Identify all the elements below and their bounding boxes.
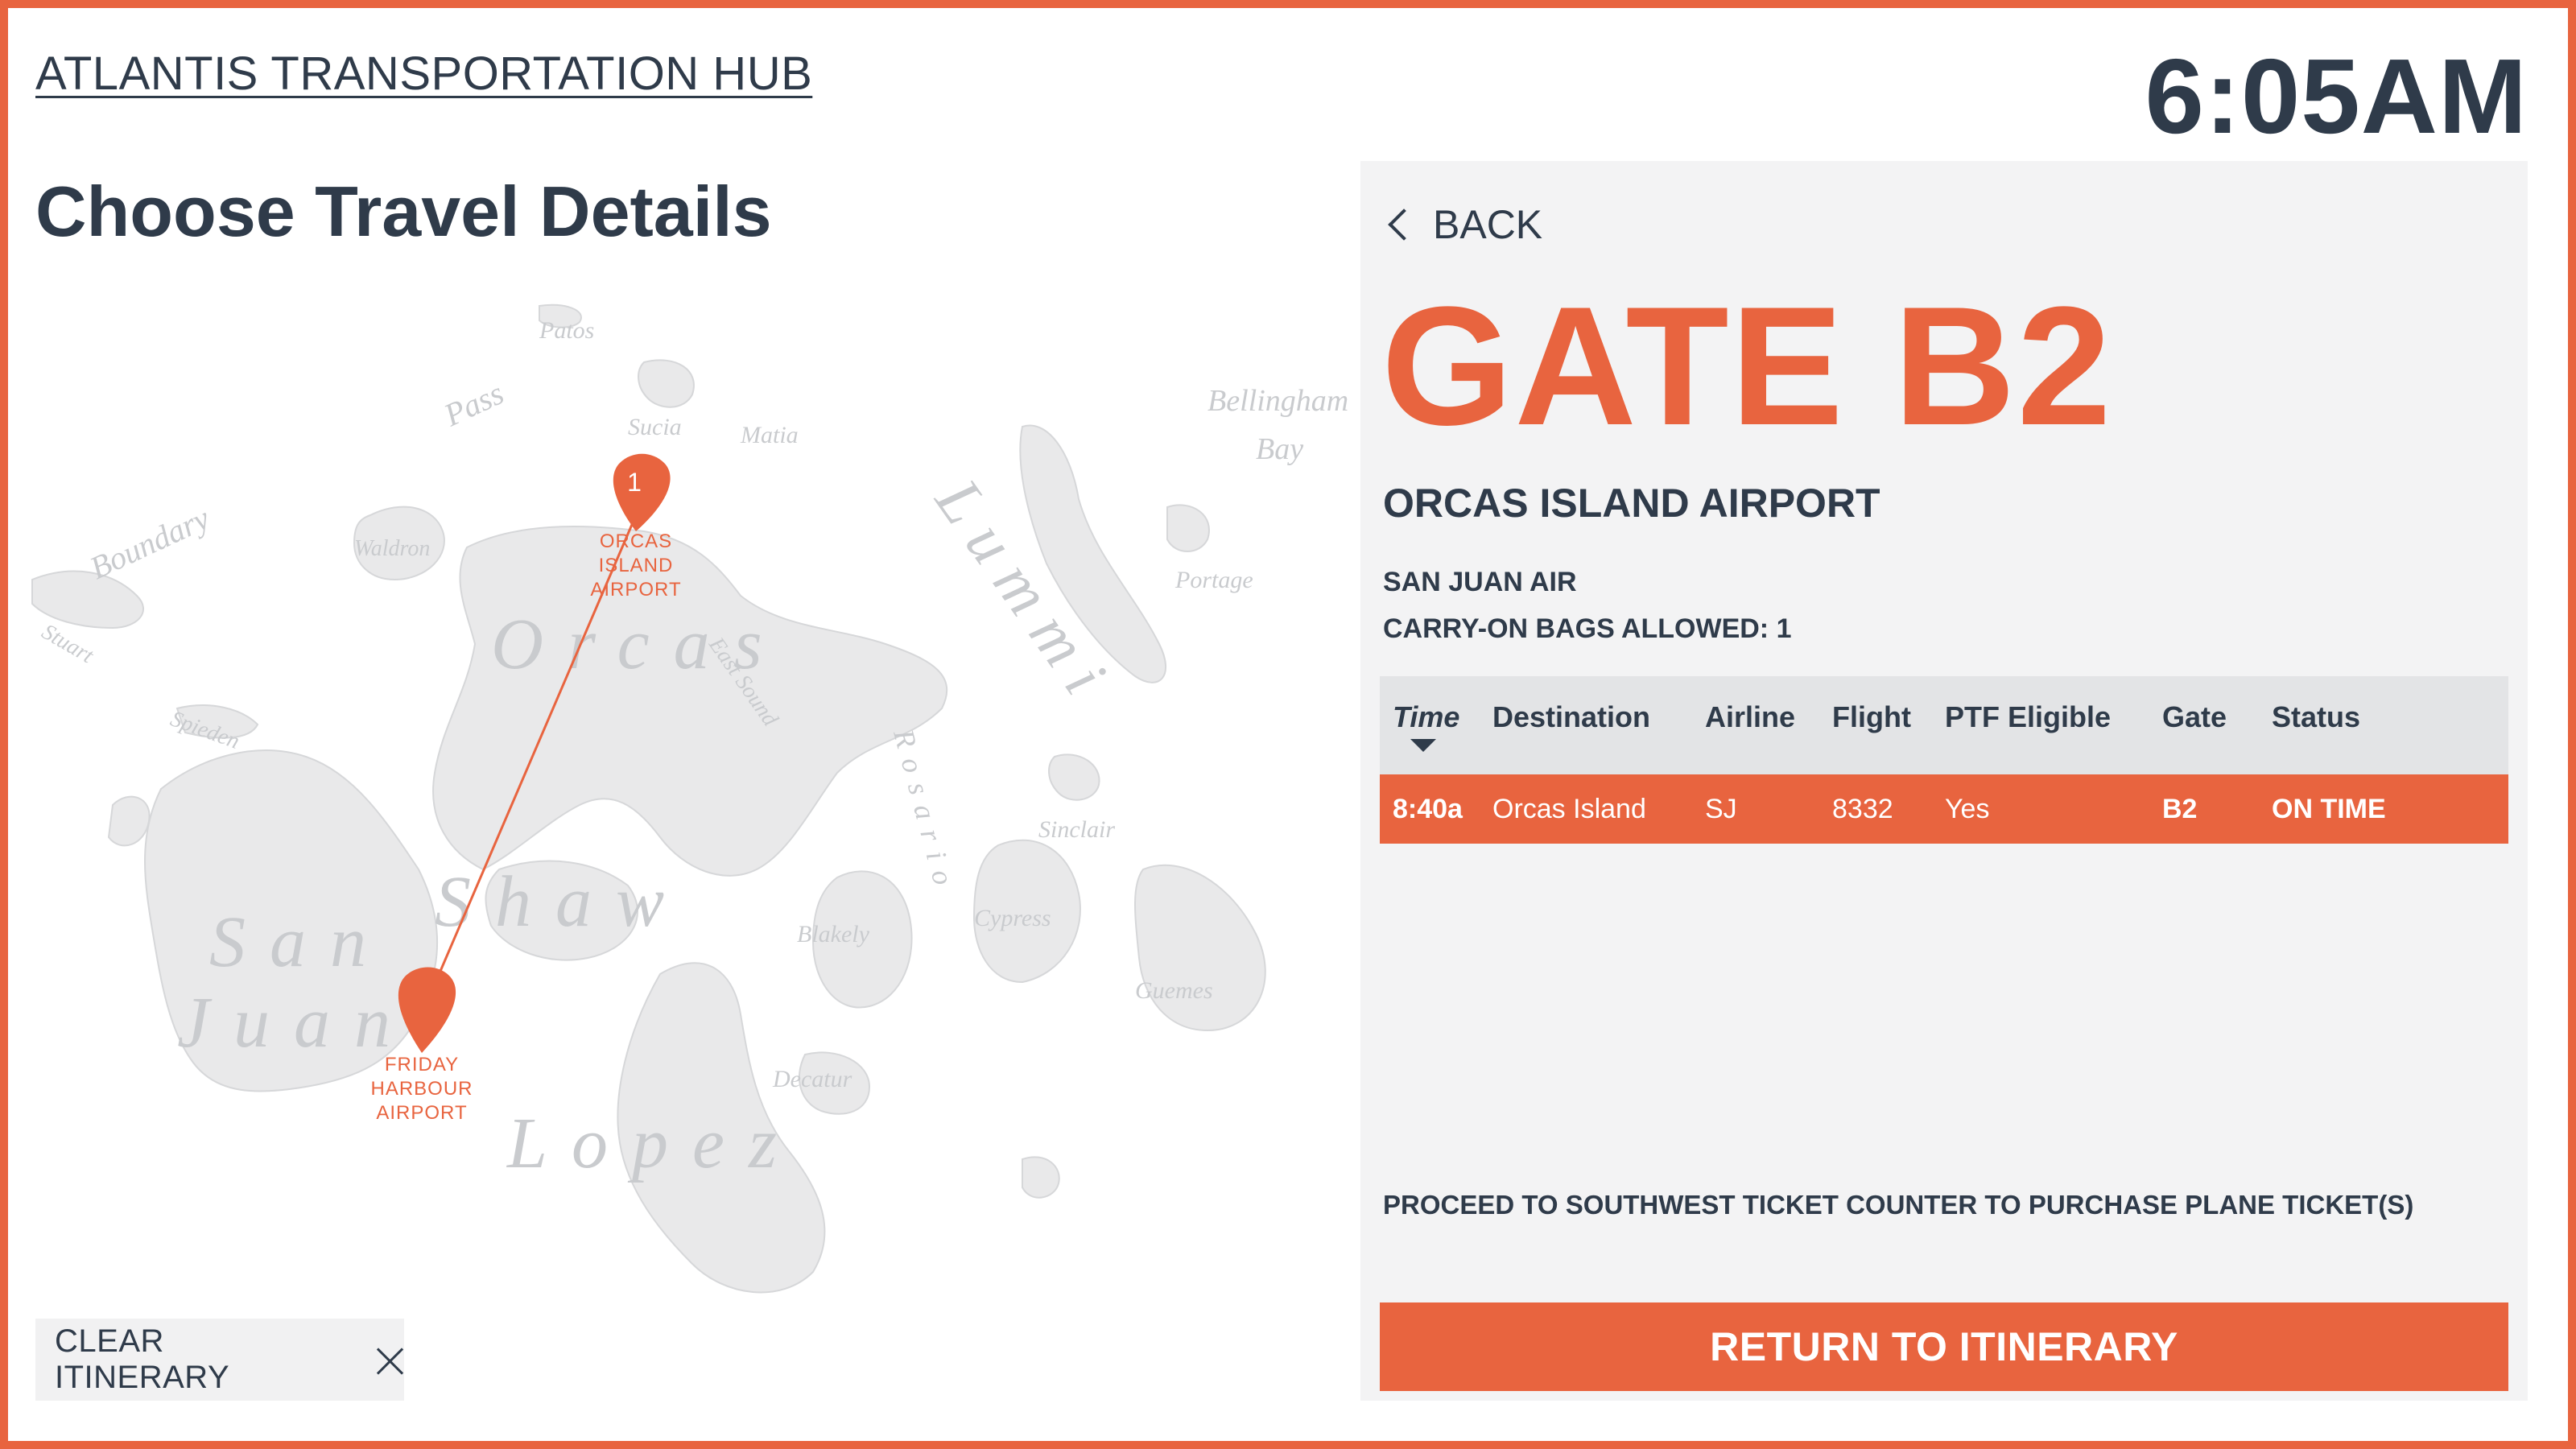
column-header-airline[interactable]: Airline xyxy=(1705,700,1795,734)
cell-status: ON TIME xyxy=(2272,794,2386,824)
map-label-bay: Bay xyxy=(1256,432,1303,466)
column-header-status[interactable]: Status xyxy=(2272,700,2360,734)
map-label-lopez: Lopez xyxy=(506,1104,801,1183)
map-label-pass: Pass xyxy=(438,374,509,433)
back-label: BACK xyxy=(1433,202,1543,247)
small-island-west xyxy=(107,795,151,847)
map-label-blakely: Blakely xyxy=(797,921,870,947)
destination-label-line-1: ORCAS xyxy=(600,530,672,552)
hub-title[interactable]: ATLANTIS TRANSPORTATION HUB xyxy=(35,47,812,101)
map-label-sinclair: Sinclair xyxy=(1038,816,1115,843)
return-to-itinerary-button[interactable]: RETURN TO ITINERARY xyxy=(1380,1302,2508,1391)
island-map: Patos Sucia Matia Boundary Pass Waldron … xyxy=(16,290,1368,1368)
destination-label-line-2: ISLAND xyxy=(599,555,674,576)
map-label-juan: Juan xyxy=(177,983,415,1063)
origin-label-line-1: FRIDAY xyxy=(385,1054,459,1075)
column-header-ptf[interactable]: PTF Eligible xyxy=(1945,700,2111,734)
sort-down-icon xyxy=(1410,739,1436,752)
cell-ptf: Yes xyxy=(1945,794,1990,824)
pin-shape xyxy=(613,453,671,531)
purchase-notice: PROCEED TO SOUTHWEST TICKET COUNTER TO P… xyxy=(1383,1190,2414,1220)
column-header-destination[interactable]: Destination xyxy=(1492,700,1650,734)
small-island-south xyxy=(1022,1156,1060,1199)
destination-label-line-3: AIRPORT xyxy=(590,579,681,601)
page-title: Choose Travel Details xyxy=(35,171,772,251)
sinclair-island-shape xyxy=(1048,753,1100,801)
map-label-rosario: Rosario xyxy=(887,725,963,899)
table-header: Time Destination Airline Flight PTF Elig… xyxy=(1380,676,2508,774)
map-label-portage: Portage xyxy=(1174,567,1253,593)
map-label-sucia: Sucia xyxy=(628,414,682,440)
table-row[interactable]: 8:40a Orcas Island SJ 8332 Yes B2 ON TIM… xyxy=(1380,774,2508,844)
map-label-matia: Matia xyxy=(740,422,799,448)
cell-airline: SJ xyxy=(1705,794,1737,824)
bag-allowance: CARRY-ON BAGS ALLOWED: 1 xyxy=(1383,613,1792,644)
stop-number: 1 xyxy=(627,468,642,497)
map-label-patos: Patos xyxy=(539,317,594,344)
clear-itinerary-button[interactable]: CLEAR ITINERARY xyxy=(35,1319,404,1401)
cell-flight: 8332 xyxy=(1832,794,1893,824)
clear-itinerary-label: CLEAR ITINERARY xyxy=(55,1323,230,1395)
origin-label-line-2: HARBOUR xyxy=(370,1078,473,1100)
travel-detail-panel: BACK GATE B2 ORCAS ISLAND AIRPORT SAN JU… xyxy=(1360,161,2528,1401)
back-button[interactable]: BACK xyxy=(1385,201,1542,248)
cell-gate: B2 xyxy=(2162,794,2198,824)
flight-table: Time Destination Airline Flight PTF Elig… xyxy=(1380,676,2508,844)
map-label-boundary: Boundary xyxy=(85,500,215,587)
portage-shape xyxy=(1166,504,1210,552)
destination-pin[interactable]: 1 xyxy=(613,453,671,531)
guemes-island-shape xyxy=(1134,864,1266,1032)
map-label-cypress: Cypress xyxy=(974,905,1051,931)
map-label-san: San xyxy=(209,902,390,982)
cell-time: 8:40a xyxy=(1393,794,1463,824)
airline-name: SAN JUAN AIR xyxy=(1383,567,1577,597)
origin-label-line-3: AIRPORT xyxy=(376,1102,467,1124)
column-header-time[interactable]: Time xyxy=(1393,700,1459,734)
map-label-waldron: Waldron xyxy=(354,536,430,561)
return-label: RETURN TO ITINERARY xyxy=(1710,1324,2178,1369)
clock: 6:05AM xyxy=(2145,37,2528,155)
map-svg: Patos Sucia Matia Boundary Pass Waldron … xyxy=(31,303,1348,1294)
close-icon xyxy=(375,1345,404,1374)
column-header-gate[interactable]: Gate xyxy=(2162,700,2227,734)
column-header-flight[interactable]: Flight xyxy=(1832,700,1911,734)
stuart-island-shape xyxy=(31,570,145,630)
airport-name: ORCAS ISLAND AIRPORT xyxy=(1383,481,1880,526)
sucia-island-shape xyxy=(638,359,695,408)
map-label-decatur: Decatur xyxy=(772,1066,852,1092)
map-label-guemes: Guemes xyxy=(1135,977,1213,1004)
cell-destination: Orcas Island xyxy=(1492,794,1646,824)
chevron-left-icon xyxy=(1388,208,1420,241)
orcas-island-shape xyxy=(432,526,948,877)
map-label-shaw: Shaw xyxy=(435,862,688,942)
map-label-bellingham: Bellingham xyxy=(1208,384,1348,418)
gate-heading: GATE B2 xyxy=(1381,271,2113,460)
